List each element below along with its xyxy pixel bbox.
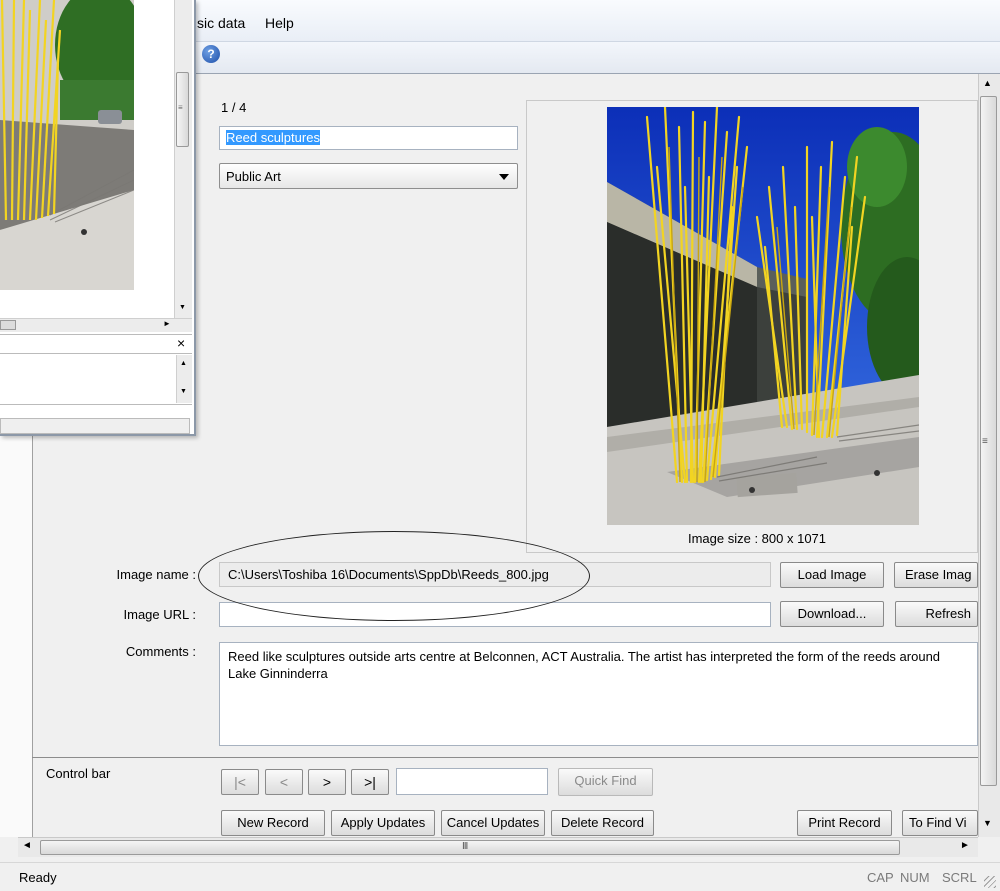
comments-field[interactable]: Reed like sculptures outside arts centre… bbox=[219, 642, 978, 746]
refresh-button[interactable]: Refresh bbox=[895, 601, 978, 627]
overlapping-window-footer-bar bbox=[0, 418, 190, 434]
overlapping-window-vscroll[interactable] bbox=[174, 0, 192, 318]
to-find-view-button[interactable]: To Find Vi bbox=[902, 810, 978, 836]
overlapping-window-footer bbox=[0, 404, 192, 418]
scroll-down-icon[interactable]: ▼ bbox=[180, 388, 187, 395]
quick-find-button[interactable]: Quick Find bbox=[558, 768, 653, 796]
comments-label: Comments : bbox=[125, 644, 196, 659]
overlapping-window-panel-header bbox=[0, 334, 192, 354]
overlapping-window-list[interactable] bbox=[0, 355, 192, 403]
scroll-up-icon[interactable]: ▲ bbox=[983, 78, 992, 88]
quick-find-input[interactable] bbox=[396, 768, 548, 795]
control-bar-divider bbox=[32, 757, 978, 758]
help-icon[interactable]: ? bbox=[202, 45, 220, 63]
resize-grip-icon[interactable] bbox=[984, 876, 996, 888]
overlapping-window-image bbox=[0, 0, 134, 290]
control-bar-label: Control bar bbox=[46, 766, 111, 781]
erase-image-button[interactable]: Erase Imag bbox=[894, 562, 978, 588]
image-url-label: Image URL : bbox=[123, 607, 197, 622]
num-lock-indicator: NUM bbox=[900, 870, 930, 885]
download-button[interactable]: Download... bbox=[780, 601, 884, 627]
category-select[interactable]: Public Art bbox=[219, 163, 518, 189]
image-size-label: Image size : 800 x 1071 bbox=[687, 531, 827, 546]
chevron-down-icon bbox=[499, 174, 509, 180]
last-record-button[interactable]: >| bbox=[351, 769, 389, 795]
grip-icon: ≡ bbox=[178, 103, 183, 112]
caps-lock-indicator: CAP bbox=[867, 870, 894, 885]
record-image bbox=[607, 107, 919, 525]
new-record-button[interactable]: New Record bbox=[221, 810, 325, 836]
scroll-down-icon[interactable]: ▼ bbox=[179, 304, 186, 311]
apply-updates-button[interactable]: Apply Updates bbox=[331, 810, 435, 836]
image-name-label: Image name : bbox=[116, 567, 197, 582]
scroll-down-icon[interactable]: ▼ bbox=[983, 818, 992, 828]
annotation-ellipse bbox=[198, 531, 590, 621]
previous-record-button[interactable]: < bbox=[265, 769, 303, 795]
menu-help[interactable]: Help bbox=[265, 15, 294, 31]
horizontal-scrollbar-thumb[interactable] bbox=[40, 840, 900, 855]
close-icon[interactable]: × bbox=[177, 335, 185, 351]
title-field[interactable]: Reed sculptures bbox=[219, 126, 518, 150]
scroll-right-icon[interactable]: ► bbox=[960, 840, 970, 851]
first-record-button[interactable]: |< bbox=[221, 769, 259, 795]
delete-record-button[interactable]: Delete Record bbox=[551, 810, 654, 836]
menu-basic-data[interactable]: sic data bbox=[197, 15, 245, 31]
load-image-button[interactable]: Load Image bbox=[780, 562, 884, 588]
next-record-button[interactable]: > bbox=[308, 769, 346, 795]
category-select-value: Public Art bbox=[226, 169, 281, 184]
record-counter: 1 / 4 bbox=[221, 100, 247, 115]
print-record-button[interactable]: Print Record bbox=[797, 810, 892, 836]
status-text: Ready bbox=[19, 870, 57, 885]
scroll-right-icon[interactable]: ► bbox=[163, 319, 171, 328]
status-bar bbox=[0, 862, 1000, 891]
scroll-up-icon[interactable]: ▲ bbox=[180, 360, 187, 367]
cancel-updates-button[interactable]: Cancel Updates bbox=[441, 810, 545, 836]
overlapping-window-hscroll-thumb[interactable] bbox=[0, 320, 16, 330]
grip-icon: III bbox=[462, 841, 468, 852]
scroll-lock-indicator: SCRL bbox=[942, 870, 977, 885]
grip-icon: ≡ bbox=[982, 436, 988, 447]
scroll-left-icon[interactable]: ◄ bbox=[22, 840, 32, 851]
title-field-text: Reed sculptures bbox=[226, 130, 320, 145]
